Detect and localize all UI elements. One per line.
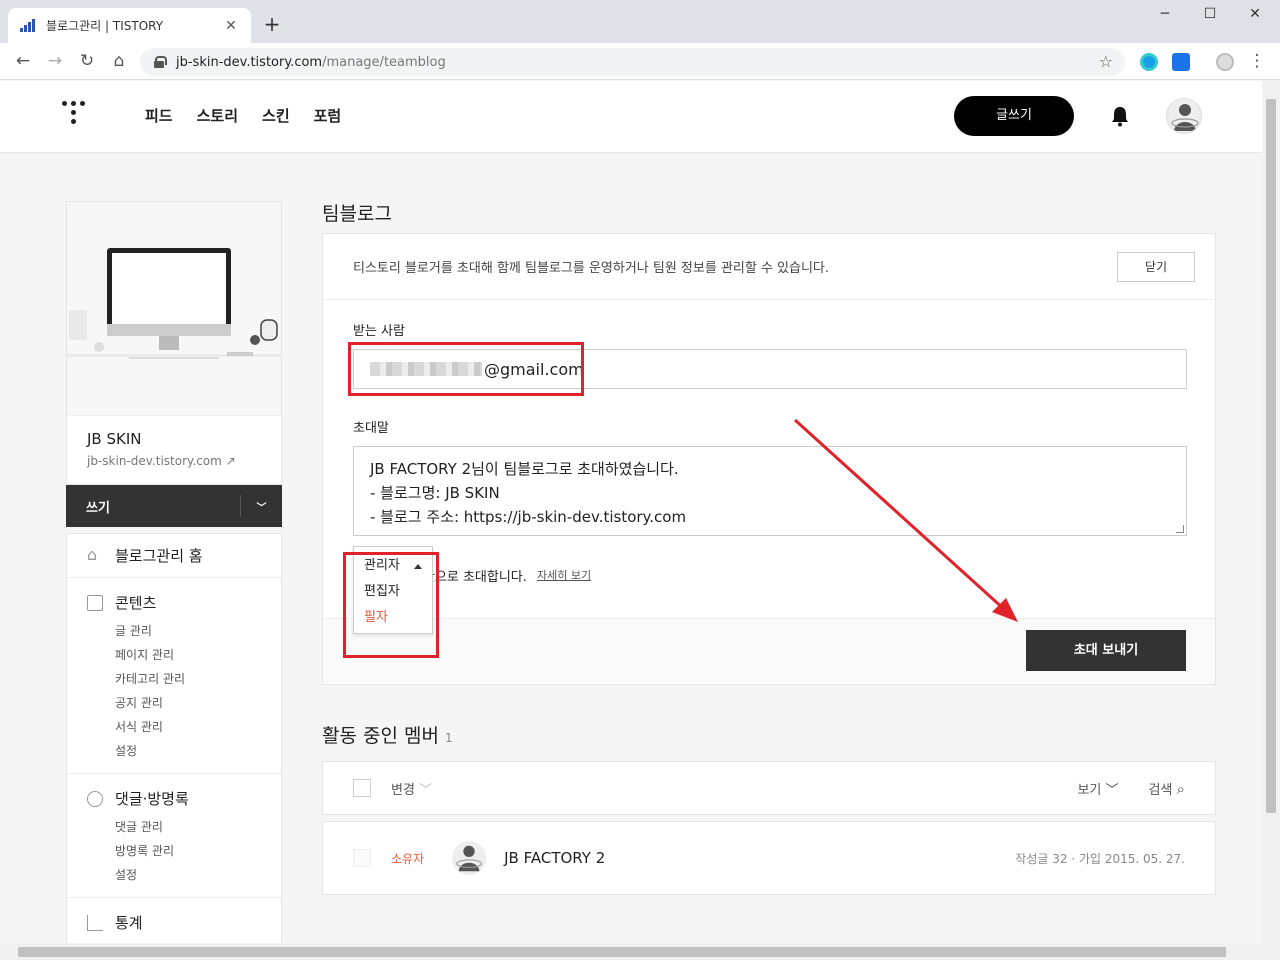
- sidebar-item[interactable]: 설정: [67, 863, 281, 887]
- speech-bubble-icon: [87, 790, 103, 807]
- section-title[interactable]: 댓글·방명록: [115, 788, 189, 809]
- member-count: 1: [444, 731, 453, 745]
- members-toolbar: 변경 ﹀ 보기 ﹀ 검색 ⌕: [322, 761, 1216, 815]
- vertical-scrollbar[interactable]: [1262, 81, 1280, 943]
- chevron-down-icon: ﹀: [419, 782, 433, 798]
- window-close-icon[interactable]: ✕: [1240, 6, 1270, 22]
- reload-icon[interactable]: ↻: [76, 50, 98, 72]
- annotation-recipient: [348, 342, 584, 396]
- message-line: - 블로그명: JB SKIN: [370, 484, 500, 502]
- section-title[interactable]: 콘텐츠: [115, 592, 156, 613]
- select-all-checkbox[interactable]: [353, 779, 371, 797]
- document-icon: [87, 594, 103, 611]
- blog-profile-card: JB SKIN jb-skin-dev.tistory.com ↗: [66, 201, 282, 485]
- resize-grip-icon[interactable]: [1176, 525, 1184, 533]
- search-icon: ⌕: [1176, 779, 1185, 798]
- site-header: 피드 스토리 스킨 포럼 글쓰기: [0, 81, 1262, 153]
- new-tab-button[interactable]: +: [262, 13, 282, 35]
- menu-dots-icon[interactable]: ⋮: [1246, 50, 1268, 72]
- chevron-down-icon[interactable]: ﹀: [240, 495, 282, 517]
- message-textarea[interactable]: JB FACTORY 2님이 팀블로그로 초대하였습니다. - 블로그명: JB…: [353, 446, 1187, 536]
- sidebar-item[interactable]: 댓글 관리: [67, 815, 281, 839]
- chevron-down-icon: ﹀: [1105, 782, 1119, 798]
- member-role: 소유자: [391, 851, 425, 866]
- member-name[interactable]: JB FACTORY 2: [504, 849, 1015, 867]
- url-input[interactable]: jb-skin-dev.tistory.com/manage/teamblog …: [140, 48, 1125, 76]
- sidebar-item-home[interactable]: ⌂ 블로그관리 홈: [67, 534, 281, 578]
- global-nav: 피드 스토리 스킨 포럼: [145, 105, 341, 126]
- tistory-logo-icon[interactable]: [62, 101, 86, 131]
- sidebar-menu: ⌂ 블로그관리 홈 콘텐츠 글 관리 페이지 관리 카테고리 관리 공지 관리 …: [66, 533, 282, 943]
- profile-icon[interactable]: [1216, 53, 1234, 71]
- page-content: 피드 스토리 스킨 포럼 글쓰기 JB SKIN jb-skin-dev.tis…: [0, 81, 1262, 943]
- extension-icon[interactable]: [1140, 53, 1158, 71]
- tab-title: 블로그관리 | TISTORY: [46, 19, 164, 33]
- extension-check-icon[interactable]: [1172, 53, 1190, 71]
- blog-url-link[interactable]: jb-skin-dev.tistory.com ↗: [87, 454, 261, 468]
- sidebar-item[interactable]: 설정: [67, 739, 281, 763]
- bookmark-star-icon[interactable]: ☆: [1099, 52, 1113, 71]
- sidebar-item[interactable]: 글 관리: [67, 619, 281, 643]
- external-link-icon: ↗: [225, 454, 236, 468]
- blog-name: JB SKIN: [87, 430, 142, 448]
- section-title[interactable]: 통계: [115, 912, 143, 933]
- table-row: 소유자 JB FACTORY 2 작성글 32 · 가입 2015. 05. 2…: [322, 821, 1216, 895]
- write-post-button[interactable]: 글쓰기: [954, 96, 1074, 136]
- horizontal-scrollbar[interactable]: [0, 943, 1280, 960]
- nav-skin[interactable]: 스킨: [262, 105, 290, 126]
- house-icon: ⌂: [87, 544, 98, 564]
- blog-cover-image: [67, 202, 281, 415]
- browser-tab[interactable]: 블로그관리 | TISTORY ✕: [8, 8, 251, 43]
- view-dropdown[interactable]: 보기 ﹀: [1077, 779, 1118, 798]
- role-row: 관리자 편집자 필자 권한으로 초대합니다. 자세히 보기: [323, 536, 1215, 634]
- recipient-label: 받는 사람: [353, 324, 405, 339]
- lock-icon: [154, 56, 167, 68]
- member-checkbox[interactable]: [353, 849, 371, 867]
- member-avatar: [452, 841, 487, 875]
- sidebar-item[interactable]: 페이지 관리: [67, 643, 281, 667]
- sidebar-item[interactable]: 공지 관리: [67, 691, 281, 715]
- message-line: JB FACTORY 2님이 팀블로그로 초대하였습니다.: [370, 460, 679, 478]
- back-icon[interactable]: ←: [12, 50, 34, 72]
- member-meta: 작성글 32 · 가입 2015. 05. 27.: [1015, 851, 1185, 866]
- sidebar-item[interactable]: 카테고리 관리: [67, 667, 281, 691]
- maximize-icon[interactable]: ☐: [1195, 6, 1225, 22]
- page-title: 팀블로그: [322, 203, 392, 225]
- home-icon[interactable]: ⌂: [108, 50, 130, 72]
- sidebar-item[interactable]: 서식 관리: [67, 715, 281, 739]
- forward-icon[interactable]: →: [44, 50, 66, 72]
- user-avatar[interactable]: [1166, 98, 1202, 134]
- sidebar: JB SKIN jb-skin-dev.tistory.com ↗ 쓰기 ﹀ ⌂…: [66, 201, 282, 943]
- tab-close-icon[interactable]: ✕: [223, 18, 239, 34]
- sidebar-item[interactable]: 방명록 관리: [67, 839, 281, 863]
- sidebar-section-comments: 댓글·방명록 댓글 관리 방명록 관리 설정: [67, 774, 281, 898]
- url-host: jb-skin-dev.tistory.com: [176, 54, 323, 70]
- change-dropdown[interactable]: 변경 ﹀: [391, 779, 432, 798]
- search-button[interactable]: 검색 ⌕: [1149, 779, 1185, 798]
- close-button[interactable]: 닫기: [1117, 251, 1195, 282]
- details-link[interactable]: 자세히 보기: [537, 567, 591, 583]
- minimize-icon[interactable]: ─: [1150, 6, 1180, 22]
- invite-description: 티스토리 블로거를 초대해 함께 팀블로그를 운영하거나 팀원 정보를 관리할 …: [353, 261, 830, 276]
- main-content: 팀블로그 티스토리 블로거를 초대해 함께 팀블로그를 운영하거나 팀원 정보를…: [322, 199, 1216, 895]
- members-title: 활동 중인 멤버 1: [322, 725, 453, 747]
- tistory-favicon-icon: [20, 18, 36, 34]
- url-path: /manage/teamblog: [322, 54, 446, 70]
- invite-panel: 티스토리 블로거를 초대해 함께 팀블로그를 운영하거나 팀원 정보를 관리할 …: [322, 233, 1216, 685]
- write-label: 쓰기: [86, 500, 110, 516]
- nav-feed[interactable]: 피드: [145, 105, 173, 126]
- browser-tab-bar: 블로그관리 | TISTORY ✕ + ─ ☐ ✕: [0, 0, 1280, 43]
- notification-bell-icon[interactable]: [1110, 105, 1130, 127]
- message-line: - 블로그 주소: https://jb-skin-dev.tistory.co…: [370, 508, 687, 526]
- sidebar-write-button[interactable]: 쓰기 ﹀: [66, 485, 282, 527]
- send-invite-button[interactable]: 초대 보내기: [1026, 630, 1186, 671]
- sidebar-section-stats: 통계: [67, 898, 281, 943]
- message-label: 초대말: [353, 421, 389, 436]
- bar-chart-icon: [87, 914, 103, 931]
- nav-forum[interactable]: 포럼: [314, 105, 342, 126]
- nav-story[interactable]: 스토리: [197, 105, 238, 126]
- annotation-role: [343, 552, 439, 658]
- sidebar-section-contents: 콘텐츠 글 관리 페이지 관리 카테고리 관리 공지 관리 서식 관리 설정: [67, 578, 281, 774]
- address-bar: ← → ↻ ⌂ jb-skin-dev.tistory.com/manage/t…: [0, 43, 1280, 80]
